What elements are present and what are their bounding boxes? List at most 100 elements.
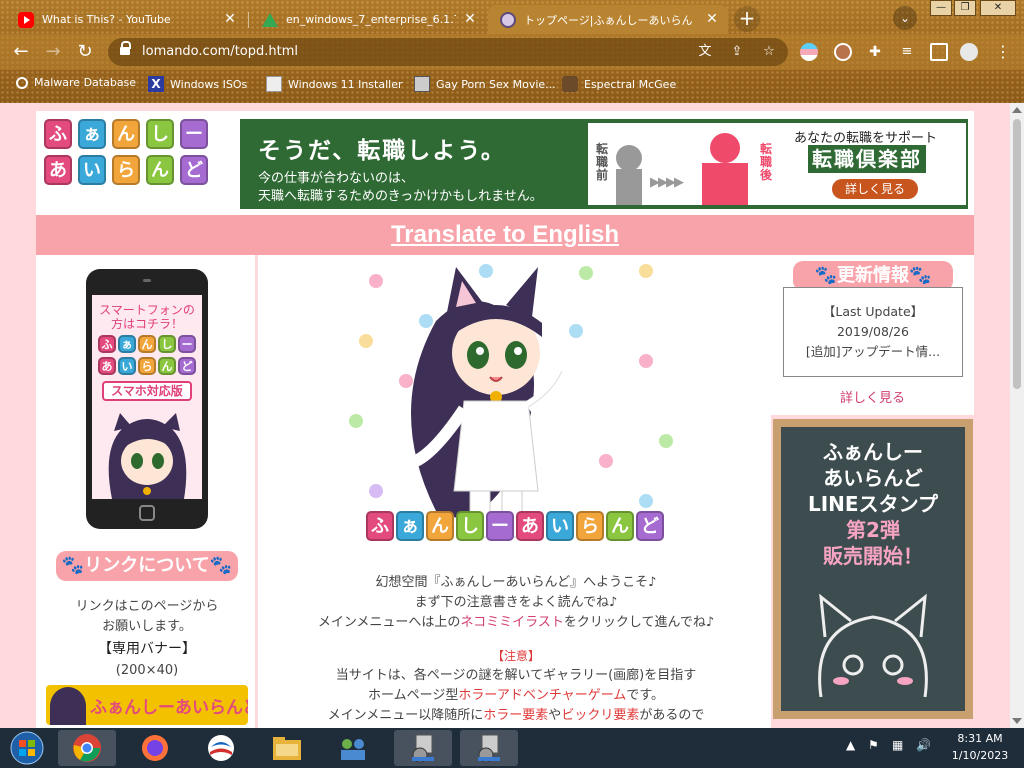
main-logo[interactable]: ふ ぁ ん し ー あ い ら ん ど — [366, 511, 666, 545]
welcome-line: まず下の注意書きをよく読んでね♪ — [414, 595, 618, 610]
close-window-button[interactable]: ✕ — [980, 0, 1016, 16]
paw-icon: 🐾 — [814, 265, 837, 286]
volume-icon[interactable]: 🔊 — [916, 738, 931, 752]
tray-overflow-chevron-icon[interactable]: ▲ — [846, 738, 855, 752]
ad-before-label: 転職前 — [596, 142, 609, 182]
reload-icon[interactable]: ↻ — [74, 41, 96, 63]
side-panel-icon[interactable] — [930, 43, 948, 61]
taskbar-file-explorer[interactable] — [258, 730, 316, 766]
smartphone-banner[interactable]: スマートフォンの 方はコチラ！ ふ ぁ ん し ー あ い ら ん ど スマホ対… — [86, 269, 208, 529]
tab-google-drive[interactable]: en_windows_7_enterprise_6.1.7 ✕ — [250, 5, 486, 34]
bookmark-windows-11-installer[interactable]: Windows 11 Installer — [266, 76, 403, 92]
update-more-area: 詳しく見る — [771, 385, 974, 415]
new-tab-button[interactable]: + — [734, 6, 760, 32]
logo-tile: ふ — [366, 511, 394, 541]
banner-label: 【専用バナー】 — [98, 641, 196, 657]
logo-tile: ん — [606, 511, 634, 541]
lock-icon[interactable] — [120, 41, 131, 57]
scrollbar-thumb[interactable] — [1013, 119, 1021, 389]
logo-tile: い — [118, 357, 136, 375]
url-text[interactable]: lomando.com/topd.html — [142, 44, 298, 59]
tab-search-chevron-icon[interactable]: ⌄ — [893, 6, 917, 30]
paw-icon: 🐾 — [209, 555, 233, 576]
back-arrow-icon[interactable]: ← — [10, 41, 32, 63]
bookmark-windows-isos[interactable]: X Windows ISOs — [148, 76, 247, 92]
share-icon[interactable]: ⇪ — [728, 43, 746, 61]
close-icon[interactable]: ✕ — [222, 11, 238, 27]
surprise-element-text: ビックリ要素 — [561, 708, 640, 723]
notice-text: や — [548, 708, 562, 723]
profile-extension-icon[interactable] — [834, 43, 852, 61]
logo-tile: ん — [158, 357, 176, 375]
line-stamp-banner[interactable]: ふぁんしー あいらんど LINEスタンプ 第2弾 販売開始！ — [773, 419, 973, 719]
catgirl-main-illustration[interactable] — [346, 261, 686, 551]
maximize-button[interactable]: ❐ — [954, 0, 976, 16]
browser-chrome: What is This? - YouTube ✕ en_windows_7_e… — [0, 0, 1024, 103]
system-clock[interactable]: 8:31 AM 1/10/2023 — [944, 730, 1016, 764]
taskbar-obama-app[interactable] — [192, 730, 250, 766]
kebab-menu-icon[interactable]: ⋮ — [994, 43, 1012, 61]
start-button[interactable] — [0, 730, 54, 766]
bookmark-espectral-mcgee[interactable]: Espectral McGee — [562, 76, 676, 92]
translate-bar: Translate to English — [36, 215, 974, 255]
bookmark-label: Windows 11 Installer — [288, 77, 403, 91]
translate-link[interactable]: Translate to English — [391, 221, 619, 248]
logo-tile: し — [146, 119, 174, 149]
ad-banner[interactable]: そうだ、転職しよう。 今の仕事が合わないのは、 天職へ転職するためのきっかけかも… — [240, 119, 968, 209]
minimize-button[interactable]: — — [930, 0, 952, 16]
taskbar-firefox[interactable] — [126, 730, 184, 766]
taskbar-chrome[interactable] — [58, 730, 116, 766]
scroll-down-arrow-icon[interactable] — [1012, 718, 1022, 724]
tab-title: トップページ|ふぁんしーあいらんど — [524, 13, 694, 27]
flag-extension-icon[interactable] — [800, 43, 818, 61]
logo-tile: ん — [426, 511, 454, 541]
update-more-link[interactable]: 詳しく見る — [771, 385, 974, 413]
ad-more-button[interactable]: 詳しく見る — [832, 179, 918, 199]
taskbar-network-app[interactable] — [324, 730, 382, 766]
tab-strip: What is This? - YouTube ✕ en_windows_7_e… — [0, 0, 1024, 34]
bookmark-adult-site[interactable]: Gay Porn Sex Movie... — [414, 76, 556, 92]
translate-icon[interactable]: 文 — [696, 43, 714, 61]
account-avatar-icon[interactable] — [960, 43, 978, 61]
image-icon — [266, 76, 282, 92]
puzzle-extensions-icon[interactable]: ✚ — [866, 43, 884, 61]
nekomimi-link[interactable]: ネコミミイラスト — [460, 615, 563, 630]
logo-tile: ぁ — [78, 119, 106, 149]
site-logo[interactable]: ふ ぁ ん し ー あ い ら ん ど — [44, 119, 222, 197]
tab-fancy-island[interactable]: トップページ|ふぁんしーあいらんど ✕ — [488, 5, 728, 34]
logo-tile: ど — [180, 155, 208, 185]
tab-title: en_windows_7_enterprise_6.1.7 — [286, 13, 456, 26]
smartphone-title: スマートフォンの 方はコチラ！ — [92, 303, 202, 331]
media-controls-icon[interactable]: ≡ — [898, 43, 916, 61]
address-bar[interactable]: lomando.com/topd.html 文 ⇪ ☆ — [108, 38, 788, 66]
bookmarks-bar: Malware Database X Windows ISOs Windows … — [0, 70, 1024, 100]
banner-character — [50, 687, 86, 725]
ad-line: 今の仕事が合わないのは、 — [258, 171, 415, 186]
clock-date: 1/10/2023 — [951, 749, 1009, 762]
close-icon[interactable]: ✕ — [462, 11, 478, 27]
network-icon[interactable]: ▦ — [892, 738, 903, 752]
bookmark-malware-database[interactable]: Malware Database — [16, 76, 136, 89]
taskbar-installer-1[interactable] — [394, 730, 452, 766]
stamp-line: 第2弾 — [846, 518, 900, 542]
ad-subtitle: あなたの転職をサポート — [794, 131, 938, 146]
logo-tile: ー — [486, 511, 514, 541]
close-icon[interactable]: ✕ — [704, 11, 720, 27]
notice-heading: 【注意】 — [491, 649, 540, 663]
notice-line: 当サイトは、各ページの謎を解いてギャラリー(画廊)を目指す — [335, 668, 697, 683]
forward-arrow-icon[interactable]: → — [42, 41, 64, 63]
logo-tile: あ — [98, 357, 116, 375]
welcome-text: メインメニューへは上の — [317, 615, 461, 630]
site-banner-image[interactable]: ふぁんしーあいらんど — [46, 685, 248, 725]
folder-icon — [273, 737, 301, 760]
network-people-icon — [341, 739, 365, 760]
bookmark-star-icon[interactable]: ☆ — [760, 43, 778, 61]
banner-text: ふぁんしーあいらんど — [90, 698, 248, 718]
link-heading-text: リンクについて — [84, 555, 210, 576]
tab-youtube[interactable]: What is This? - YouTube ✕ — [6, 5, 246, 34]
taskbar-installer-2[interactable] — [460, 730, 518, 766]
vertical-scrollbar[interactable] — [1010, 103, 1024, 728]
action-center-flag-icon[interactable]: ⚑ — [868, 738, 879, 752]
scroll-up-arrow-icon[interactable] — [1012, 107, 1022, 113]
smartphone-badge: スマホ対応版 — [102, 381, 192, 401]
